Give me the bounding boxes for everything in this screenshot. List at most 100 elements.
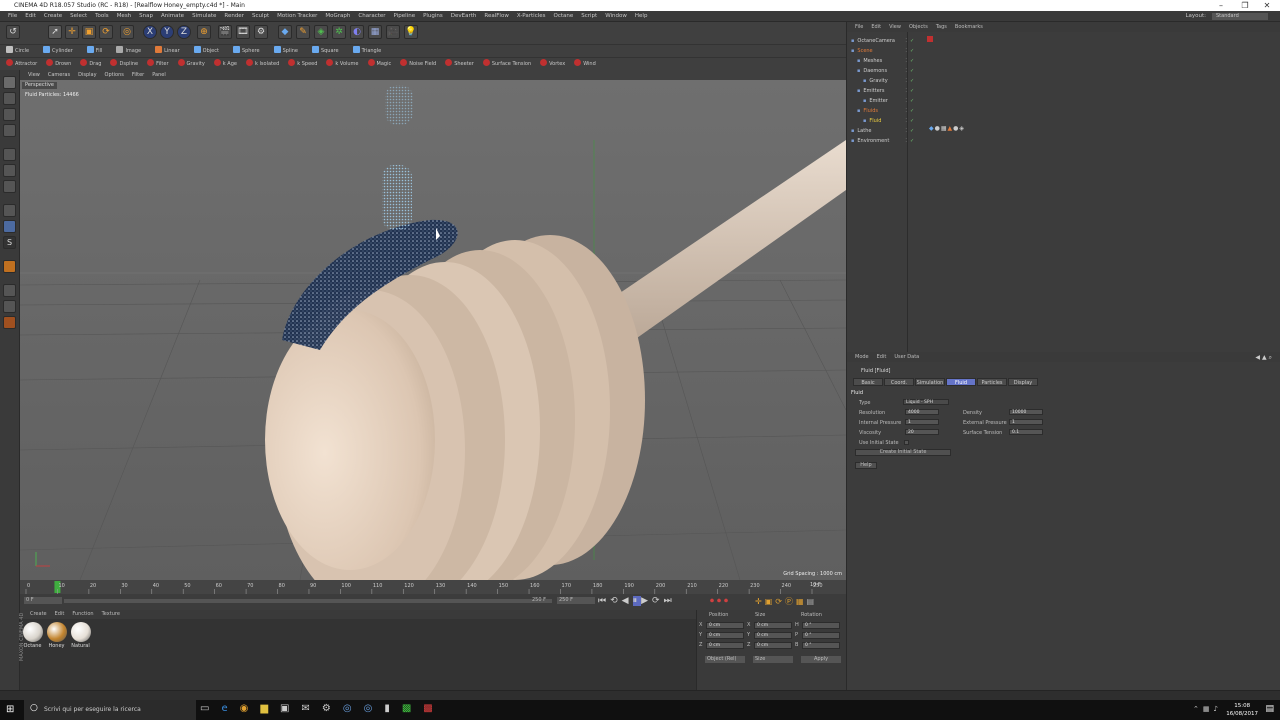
viewport-menu-options[interactable]: Options [101,70,128,80]
red-app-icon[interactable]: ▩ [423,703,444,714]
size-field-0[interactable]: 0 cm [754,622,792,629]
axis-mode-icon[interactable] [3,204,16,217]
autokey-icon[interactable]: ⏺ [717,596,724,605]
edges-mode-icon[interactable] [3,164,16,177]
menu-script[interactable]: Script [577,11,601,22]
object-menu-objects[interactable]: Objects [909,24,928,30]
tray-icon[interactable]: ⌃ [1193,705,1203,713]
object-row-environment[interactable]: ▪Environment⁚✓ [851,136,914,146]
close-button[interactable]: ✕ [1256,0,1278,11]
render-settings-button[interactable]: ⚙ [254,25,268,39]
material-menu-create[interactable]: Create [30,611,47,617]
material-honey[interactable]: Honey [45,622,68,649]
enable-check-icon[interactable]: ✓ [910,38,914,44]
scale-tool-button[interactable]: ▣ [82,25,96,39]
points-mode-icon[interactable] [3,148,16,161]
menu-pipeline[interactable]: Pipeline [390,11,420,22]
viewport-menu-view[interactable]: View [24,70,44,80]
viewport-menu-filter[interactable]: Filter [128,70,148,80]
material-natural[interactable]: Natural [69,622,92,649]
menu-motion-tracker[interactable]: Motion Tracker [273,11,321,22]
field-viscosity[interactable]: 20 [905,429,939,435]
enable-check-icon[interactable]: ✓ [910,68,914,74]
maximize-button[interactable]: ❐ [1234,0,1256,11]
camera-tag-icon[interactable] [927,36,933,42]
attribute-menu-user-data[interactable]: User Data [894,354,919,360]
position-field-1[interactable]: 0 cm [706,632,744,639]
floor-icon[interactable]: ▦ [368,25,382,39]
object-menu-edit[interactable]: Edit [871,24,881,30]
position-field-2[interactable]: 0 cm [706,642,744,649]
material-menu-edit[interactable]: Edit [55,611,65,617]
menu-help[interactable]: Help [631,11,652,22]
viewport-menu-display[interactable]: Display [74,70,100,80]
enable-check-icon[interactable]: ✓ [910,118,914,124]
enable-check-icon[interactable]: ✓ [910,48,914,54]
object-row-scene[interactable]: ▪Scene⁚✓ [851,46,914,56]
minimize-button[interactable]: – [1210,0,1232,11]
clock[interactable]: 15:08 16/08/2017 [1226,702,1258,718]
record-icon[interactable]: ⏺ [710,596,717,605]
range-slider[interactable] [64,599,552,603]
menu-select[interactable]: Select [66,11,91,22]
object-row-octanecamera[interactable]: ▪OctaneCamera⁚✓ [851,36,914,46]
enable-check-icon[interactable]: ✓ [910,88,914,94]
edge-icon[interactable]: e [221,703,239,714]
size-mode-select[interactable]: Size [753,656,793,663]
deformer-icon[interactable]: ◐ [350,25,364,39]
menu-mograph[interactable]: MoGraph [321,11,354,22]
brush-icon[interactable] [3,316,16,329]
menu-mesh[interactable]: Mesh [113,11,135,22]
menu-x-particles[interactable]: X-Particles [513,11,550,22]
go-to-end-icon[interactable]: ⏭ [664,596,676,606]
attribute-menu-edit[interactable]: Edit [877,354,887,360]
field-resolution[interactable]: 4000 [905,409,939,415]
make-editable-icon[interactable] [3,76,16,89]
recent-tool-button[interactable]: ◎ [120,25,134,39]
pause-icon[interactable]: ⏸ [632,596,642,606]
cloner-icon[interactable]: ✲ [332,25,346,39]
tab-basic[interactable]: Basic [853,378,883,386]
model-mode-icon[interactable] [3,92,16,105]
search-icon[interactable]: ⌕ [1269,354,1274,361]
grid-icon[interactable] [3,284,16,297]
object-row-gravity[interactable]: ▪Gravity⁚✓ [851,76,914,86]
object-menu-view[interactable]: View [889,24,901,30]
lock-icon[interactable] [3,300,16,313]
object-menu-file[interactable]: File [855,24,863,30]
create-initial-state-button[interactable]: Create Initial State [855,449,951,456]
object-row-daemons[interactable]: ▪Daemons⁚✓ [851,66,914,76]
enable-check-icon[interactable]: ✓ [910,108,914,114]
camera-icon[interactable]: 🎥 [386,25,400,39]
menu-devearth[interactable]: DevEarth [447,11,481,22]
next-frame-icon[interactable]: ▶ [641,596,652,606]
object-row-emitters[interactable]: ▪Emitters⁚✓ [851,86,914,96]
select-tool-button[interactable]: ➚ [48,25,62,39]
tab-coord[interactable]: Coord. [884,378,914,386]
viewport-menu-panel[interactable]: Panel [148,70,170,80]
volume-icon[interactable]: ♪ [1214,705,1222,713]
menu-sculpt[interactable]: Sculpt [248,11,273,22]
chrome-icon[interactable]: ◉ [240,703,261,714]
menu-animate[interactable]: Animate [157,11,188,22]
up-icon[interactable]: ▲ [1262,354,1269,361]
app-icon[interactable]: ◎ [343,703,364,714]
back-icon[interactable]: ◀ [1255,354,1262,361]
type-select[interactable]: Liquid - SPH [903,399,949,405]
soft-selection-icon[interactable] [3,260,16,273]
enable-check-icon[interactable]: ✓ [910,78,914,84]
coordinate-system-button[interactable]: ⊕ [197,25,211,39]
menu-simulate[interactable]: Simulate [188,11,220,22]
texture-mode-icon[interactable] [3,108,16,121]
menu-realflow[interactable]: RealFlow [480,11,512,22]
object-menu-bookmarks[interactable]: Bookmarks [955,24,983,30]
param-key-icon[interactable]: Ⓟ [785,597,796,606]
field-internal-pressure[interactable]: 1 [905,419,939,425]
field-external-pressure[interactable]: 1 [1009,419,1043,425]
workplane-icon[interactable] [3,124,16,137]
timeline-ruler[interactable]: 0 10 20 30 40 50 60 70 80 90 100 110 120 130 140 150 160… [20,580,846,594]
tab-simulation[interactable]: Simulation [915,378,945,386]
render-view-button[interactable]: 🎬 [218,25,232,39]
move-tool-button[interactable]: ✛ [65,25,79,39]
menu-file[interactable]: File [4,11,21,22]
